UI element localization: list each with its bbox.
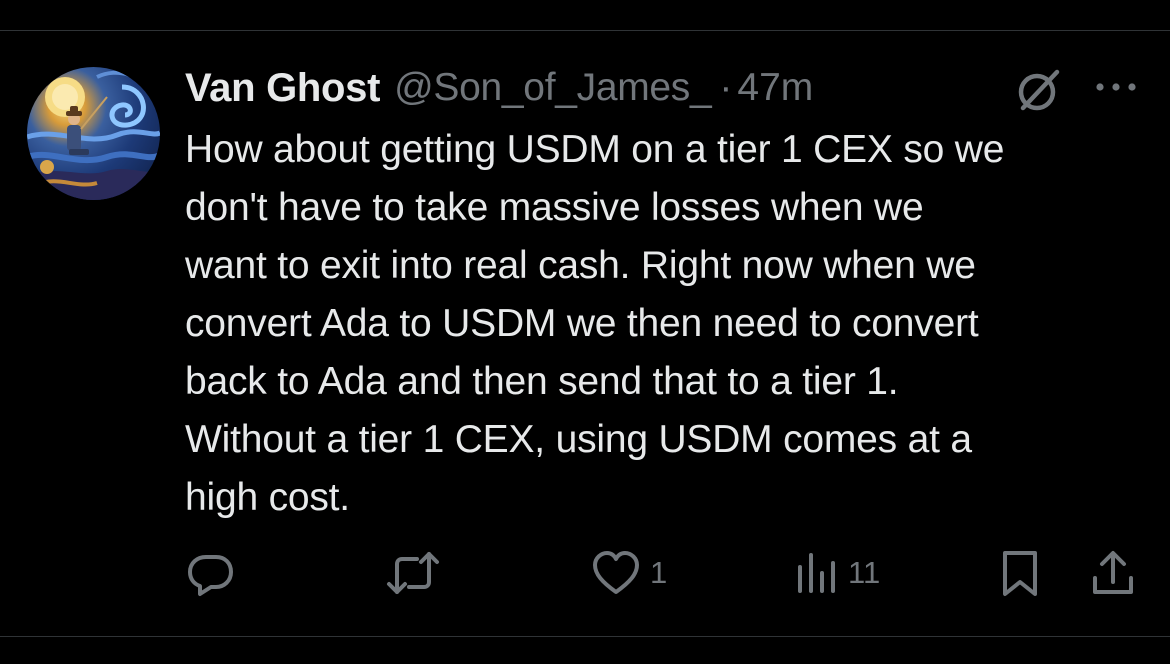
grok-icon[interactable] <box>1013 66 1063 116</box>
tweet-timestamp[interactable]: 47m <box>737 66 813 110</box>
bookmark-button[interactable] <box>1000 545 1040 601</box>
tweet-text-line: How about getting USDM on a tier 1 CEX s… <box>185 128 1005 171</box>
like-count: 1 <box>650 555 668 590</box>
tweet-text-line: convert Ada to USDM we then need to conv… <box>185 302 979 345</box>
tweet-text-line: don't have to take massive losses when w… <box>185 186 924 229</box>
reply-icon <box>188 555 233 596</box>
avatar[interactable] <box>27 67 160 200</box>
tweet-text-line: Without a tier 1 CEX, using USDM comes a… <box>185 418 972 461</box>
like-button[interactable]: 1 <box>592 545 667 601</box>
share-icon <box>1093 551 1133 594</box>
tweet-text-line: back to Ada and then send that to a tier… <box>185 360 899 403</box>
author-name[interactable]: Van Ghost <box>185 66 380 111</box>
action-bar: 1 11 <box>0 545 1170 601</box>
tweet-text-line: want to exit into real cash. Right now w… <box>185 244 976 287</box>
heart-icon <box>593 551 639 594</box>
views-icon <box>798 553 835 593</box>
more-options-icon[interactable] <box>1092 75 1140 99</box>
top-divider <box>0 30 1170 31</box>
author-handle[interactable]: @Son_of_James_ <box>394 66 712 110</box>
share-button[interactable] <box>1090 545 1136 601</box>
views-count: 11 <box>848 555 881 590</box>
tweet-header: Van Ghost @Son_of_James_ · 47m <box>185 64 813 112</box>
reply-button[interactable] <box>186 545 236 601</box>
tweet-text-line: high cost. <box>185 476 350 519</box>
bookmark-icon <box>1003 551 1037 596</box>
retweet-button[interactable] <box>385 545 441 601</box>
bottom-divider <box>0 636 1170 637</box>
retweet-icon <box>387 552 439 594</box>
tweet-text: How about getting USDM on a tier 1 CEX s… <box>185 121 1145 527</box>
separator-dot: · <box>719 66 733 109</box>
views-button[interactable]: 11 <box>796 545 880 601</box>
